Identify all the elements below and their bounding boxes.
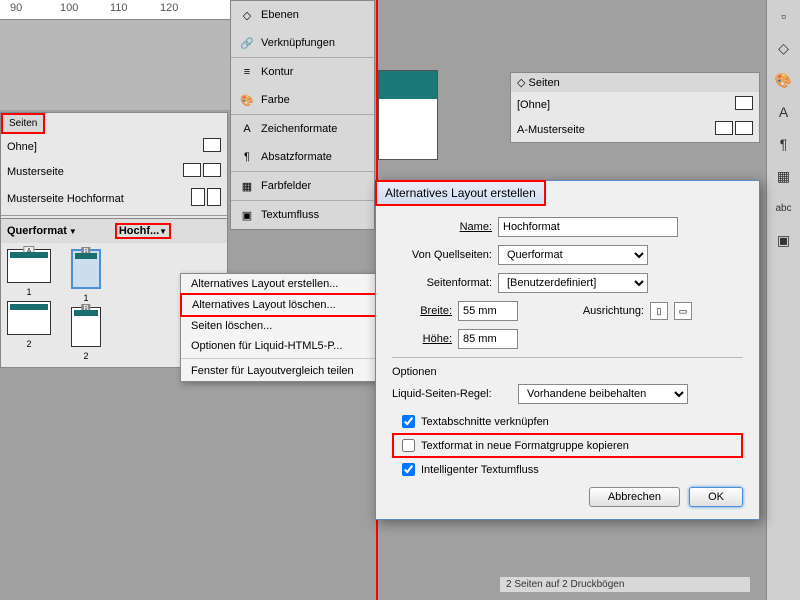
color-icon: 🎨: [239, 92, 255, 108]
panel-textumfluss[interactable]: ▣Textumfluss: [231, 201, 374, 229]
panel-farbfelder[interactable]: ▦Farbfelder: [231, 172, 374, 200]
landscape-icon[interactable]: ▭: [674, 302, 692, 320]
dialog-title: Alternatives Layout erstellen: [375, 180, 546, 206]
page-thumb-h2[interactable]: B: [71, 307, 101, 347]
horizontal-ruler: 90 100 110 120: [0, 0, 230, 20]
stroke-icon: ≡: [239, 64, 255, 80]
char-icon[interactable]: A: [774, 102, 794, 122]
pages-panel-right: ◇ Seiten [Ohne] A-Musterseite: [510, 72, 760, 143]
ok-button[interactable]: OK: [689, 487, 743, 507]
panel-ebenen[interactable]: ◇Ebenen: [231, 1, 374, 29]
pages-icon[interactable]: ▫: [774, 6, 794, 26]
pages-tab-right[interactable]: Seiten: [529, 77, 560, 89]
liquid-label: Liquid-Seiten-Regel:: [392, 388, 512, 400]
smart-textflow-checkbox[interactable]: [402, 463, 415, 476]
links-icon: 🔗: [239, 35, 255, 51]
type-icon[interactable]: abc: [774, 198, 794, 218]
master-hochformat-row[interactable]: Musterseite Hochformat: [1, 184, 227, 213]
pages-tab[interactable]: Seiten: [1, 113, 45, 134]
side-panel-dock: ◇Ebenen 🔗Verknüpfungen ≡Kontur 🎨Farbe AZ…: [230, 0, 375, 230]
copy-textformat-checkbox[interactable]: [402, 439, 415, 452]
right-toolbar: ▫ ◇ 🎨 A ¶ ▦ abc ▣: [766, 0, 800, 600]
panel-absatzformate[interactable]: ¶Absatzformate: [231, 143, 374, 171]
liquid-select[interactable]: Vorhandene beibehalten: [518, 384, 688, 404]
format-label: Seitenformat:: [392, 277, 492, 289]
ctx-create-layout[interactable]: Alternatives Layout erstellen...: [181, 274, 379, 294]
name-label: Name:: [392, 221, 492, 233]
panel-zeichenformate[interactable]: AZeichenformate: [231, 115, 374, 143]
layout-context-menu: Alternatives Layout erstellen... Alterna…: [180, 273, 380, 382]
para-style-icon: ¶: [239, 149, 255, 165]
ctx-layout-compare[interactable]: Fenster für Layoutvergleich teilen: [181, 361, 379, 381]
source-select[interactable]: Querformat: [498, 245, 648, 265]
ctx-liquid-options[interactable]: Optionen für Liquid-HTML5-P...: [181, 336, 379, 356]
page-thumb-q1[interactable]: A: [7, 249, 51, 283]
swatches-icon: ▦: [239, 178, 255, 194]
source-label: Von Quellseiten:: [392, 249, 492, 261]
format-select[interactable]: [Benutzerdefiniert]: [498, 273, 648, 293]
ctx-delete-layout[interactable]: Alternatives Layout löschen...: [180, 293, 380, 317]
swatches-tool-icon[interactable]: ▦: [774, 166, 794, 186]
master-row[interactable]: Musterseite: [1, 159, 227, 184]
color-tool-icon[interactable]: 🎨: [774, 70, 794, 90]
char-style-icon: A: [239, 121, 255, 137]
status-bar: 2 Seiten auf 2 Druckbögen: [500, 577, 750, 592]
height-label: Höhe:: [392, 333, 452, 345]
ctx-delete-pages[interactable]: Seiten löschen...: [181, 316, 379, 336]
orientation-label: Ausrichtung:: [554, 305, 644, 317]
layout-tab-hochformat[interactable]: Hochf...▼: [115, 223, 171, 239]
link-text-checkbox[interactable]: [402, 415, 415, 428]
panel-verknupfungen[interactable]: 🔗Verknüpfungen: [231, 29, 374, 57]
document-preview: [378, 70, 438, 160]
layout-tab-querformat[interactable]: Querformat ▼: [7, 223, 77, 239]
width-label: Breite:: [392, 305, 452, 317]
panel-farbe[interactable]: 🎨Farbe: [231, 86, 374, 114]
page-thumb-h1[interactable]: B: [71, 249, 101, 289]
panel-kontur[interactable]: ≡Kontur: [231, 58, 374, 86]
textwrap-icon: ▣: [239, 207, 255, 223]
cancel-button[interactable]: Abbrechen: [589, 487, 680, 507]
layers-icon: ◇: [239, 7, 255, 23]
name-input[interactable]: [498, 217, 678, 237]
page-thumb-q2[interactable]: [7, 301, 51, 335]
portrait-icon[interactable]: ▯: [650, 302, 668, 320]
para-icon[interactable]: ¶: [774, 134, 794, 154]
options-header: Optionen: [392, 366, 743, 378]
height-input[interactable]: [458, 329, 518, 349]
alternative-layout-dialog: Alternatives Layout erstellen Name: Von …: [375, 180, 760, 520]
wrap-icon[interactable]: ▣: [774, 230, 794, 250]
master-none-row[interactable]: Ohne]: [1, 134, 227, 159]
width-input[interactable]: [458, 301, 518, 321]
layers-icon[interactable]: ◇: [774, 38, 794, 58]
